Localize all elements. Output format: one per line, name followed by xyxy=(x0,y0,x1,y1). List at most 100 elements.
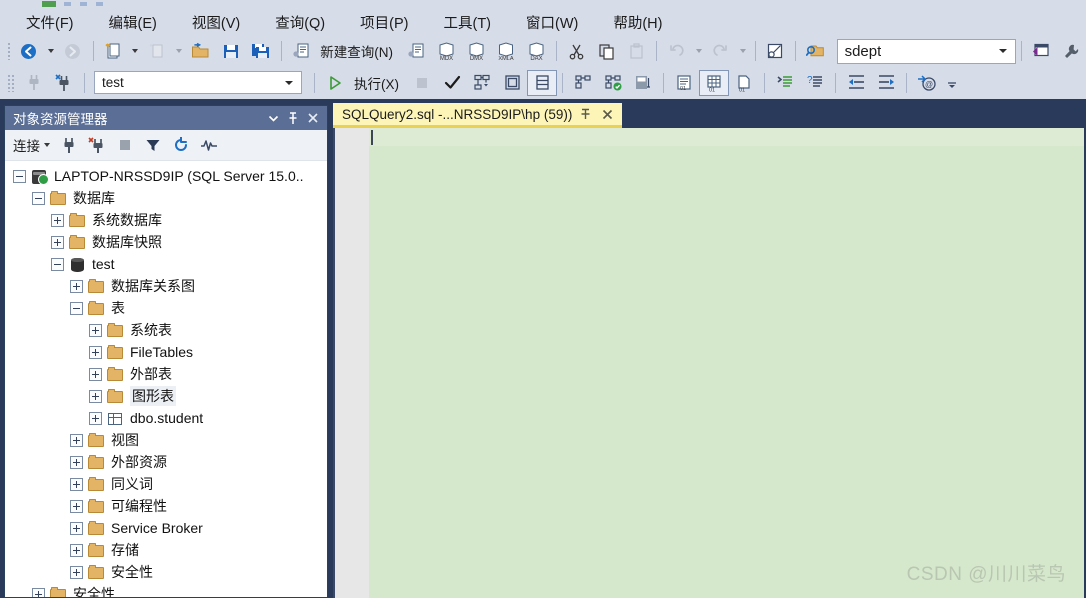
menu-window[interactable]: 窗口(W) xyxy=(514,10,590,35)
object-explorer-tree[interactable]: LAPTOP-NRSSD9IP (SQL Server 15.0.. 数据库 系统数… xyxy=(5,161,327,597)
xmla-query-button[interactable]: XMLA xyxy=(491,38,521,64)
new-item-button[interactable] xyxy=(142,38,172,64)
display-estimated-plan-button[interactable] xyxy=(467,70,497,96)
new-query-button[interactable] xyxy=(286,38,316,64)
save-all-button[interactable] xyxy=(246,38,276,64)
open-file-button[interactable] xyxy=(186,38,216,64)
menu-tools[interactable]: 工具(T) xyxy=(431,10,503,35)
tree-node-storage[interactable]: 存储 xyxy=(5,539,327,561)
tree-node-external-tables[interactable]: 外部表 xyxy=(5,363,327,385)
paste-button[interactable] xyxy=(621,38,651,64)
tree-node-system-databases[interactable]: 系统数据库 xyxy=(5,209,327,231)
collapse-minus-icon[interactable] xyxy=(32,191,45,205)
tree-node-graph-tables[interactable]: 图形表 xyxy=(5,385,327,407)
connect-button[interactable] xyxy=(19,70,49,96)
expand-plus-icon[interactable] xyxy=(70,279,83,293)
find-object-button[interactable] xyxy=(801,38,831,64)
menu-edit[interactable]: 编辑(E) xyxy=(97,10,169,35)
results-pane-button[interactable] xyxy=(628,70,658,96)
menu-help[interactable]: 帮助(H) xyxy=(601,10,674,35)
save-button[interactable] xyxy=(216,38,246,64)
connect-menu-button[interactable]: 连接 xyxy=(13,135,54,155)
tree-node-system-tables[interactable]: 系统表 xyxy=(5,319,327,341)
menu-project[interactable]: 项目(P) xyxy=(348,10,420,35)
execute-label[interactable]: 执行(X) xyxy=(354,73,399,93)
tree-node-external-resources[interactable]: 外部资源 xyxy=(5,451,327,473)
panel-close-button[interactable] xyxy=(303,108,323,128)
expand-plus-icon[interactable] xyxy=(70,455,83,469)
chevron-down-icon[interactable] xyxy=(285,80,293,85)
new-project-button[interactable] xyxy=(98,38,128,64)
increase-indent-button[interactable] xyxy=(871,70,901,96)
undo-dropdown-icon[interactable] xyxy=(695,49,702,53)
tree-node-security-db[interactable]: 安全性 xyxy=(5,561,327,583)
tree-node-views[interactable]: 视图 xyxy=(5,429,327,451)
collapse-minus-icon[interactable] xyxy=(70,301,83,315)
dmx-query-button[interactable]: DMX xyxy=(461,38,491,64)
toggle-window-button[interactable] xyxy=(760,38,790,64)
new-item-dropdown-icon[interactable] xyxy=(175,49,182,53)
tree-node-synonyms[interactable]: 同义词 xyxy=(5,473,327,495)
expand-plus-icon[interactable] xyxy=(70,565,83,579)
tree-node-databases[interactable]: 数据库 xyxy=(5,187,327,209)
refresh-button[interactable] xyxy=(168,134,194,156)
database-combo[interactable]: test xyxy=(94,71,302,94)
tree-node-programmability[interactable]: 可编程性 xyxy=(5,495,327,517)
navigate-back-dropdown-icon[interactable] xyxy=(47,49,54,53)
connect-plug-button[interactable] xyxy=(56,134,82,156)
tab-pin-button[interactable] xyxy=(576,105,594,123)
expand-plus-icon[interactable] xyxy=(32,587,45,597)
tab-sqlquery2[interactable]: SQLQuery2.sql -...NRSSD9IP\hp (59)) xyxy=(333,103,623,128)
expand-plus-icon[interactable] xyxy=(70,499,83,513)
menu-view[interactable]: 视图(V) xyxy=(180,10,252,35)
expand-plus-icon[interactable] xyxy=(70,433,83,447)
panel-pin-button[interactable] xyxy=(283,108,303,128)
expand-plus-icon[interactable] xyxy=(70,477,83,491)
undo-button[interactable] xyxy=(662,38,692,64)
editor-code-area[interactable]: CSDN @川川菜鸟 xyxy=(369,128,1084,598)
tree-node-test[interactable]: test xyxy=(5,253,327,275)
tree-node-tables[interactable]: 表 xyxy=(5,297,327,319)
expand-plus-icon[interactable] xyxy=(89,323,102,337)
collapse-minus-icon[interactable] xyxy=(13,169,26,183)
results-to-file-button[interactable]: 01 xyxy=(729,70,759,96)
results-to-grid-button[interactable]: 01 xyxy=(699,69,729,96)
query-options-button[interactable] xyxy=(497,70,527,96)
sql-editor[interactable]: CSDN @川川菜鸟 xyxy=(333,128,1084,598)
expand-plus-icon[interactable] xyxy=(70,543,83,557)
mdx-query-button[interactable]: MDX xyxy=(431,38,461,64)
vs-window-button[interactable] xyxy=(1026,38,1056,64)
panel-dropdown-button[interactable] xyxy=(263,108,283,128)
uncomment-button[interactable]: ? xyxy=(800,70,830,96)
stop-button[interactable] xyxy=(407,70,437,96)
menu-query[interactable]: 查询(Q) xyxy=(263,10,337,35)
new-project-dropdown-icon[interactable] xyxy=(131,49,138,53)
results-to-text-button[interactable]: 01 xyxy=(669,70,699,96)
parse-button[interactable] xyxy=(437,70,467,96)
execute-button[interactable] xyxy=(320,70,350,96)
activity-monitor-button[interactable] xyxy=(196,134,222,156)
expand-plus-icon[interactable] xyxy=(51,213,64,227)
tab-close-button[interactable] xyxy=(598,105,616,123)
disconnect-plug-button[interactable] xyxy=(84,134,110,156)
tree-node-dbo-student[interactable]: dbo.student xyxy=(5,407,327,429)
decrease-indent-button[interactable] xyxy=(841,70,871,96)
navigate-back-button[interactable] xyxy=(14,38,44,64)
toolbar-grip[interactable] xyxy=(7,42,11,60)
redo-button[interactable] xyxy=(706,38,736,64)
tree-node-security-server[interactable]: 安全性 xyxy=(5,583,327,597)
cut-button[interactable] xyxy=(561,38,591,64)
copy-button[interactable] xyxy=(591,38,621,64)
include-actual-plan-button[interactable] xyxy=(568,70,598,96)
comment-button[interactable] xyxy=(770,70,800,96)
tree-node-service-broker[interactable]: Service Broker xyxy=(5,517,327,539)
menu-file[interactable]: 文件(F) xyxy=(14,10,86,35)
connect-object-button[interactable] xyxy=(49,70,79,96)
expand-plus-icon[interactable] xyxy=(89,367,102,381)
tree-node-server[interactable]: LAPTOP-NRSSD9IP (SQL Server 15.0.. xyxy=(5,165,327,187)
new-query-label[interactable]: 新建查询(N) xyxy=(320,41,393,61)
expand-plus-icon[interactable] xyxy=(89,345,102,359)
expand-plus-icon[interactable] xyxy=(89,411,102,425)
toolbar-grip[interactable] xyxy=(7,73,16,92)
chevron-down-icon[interactable] xyxy=(998,49,1007,53)
